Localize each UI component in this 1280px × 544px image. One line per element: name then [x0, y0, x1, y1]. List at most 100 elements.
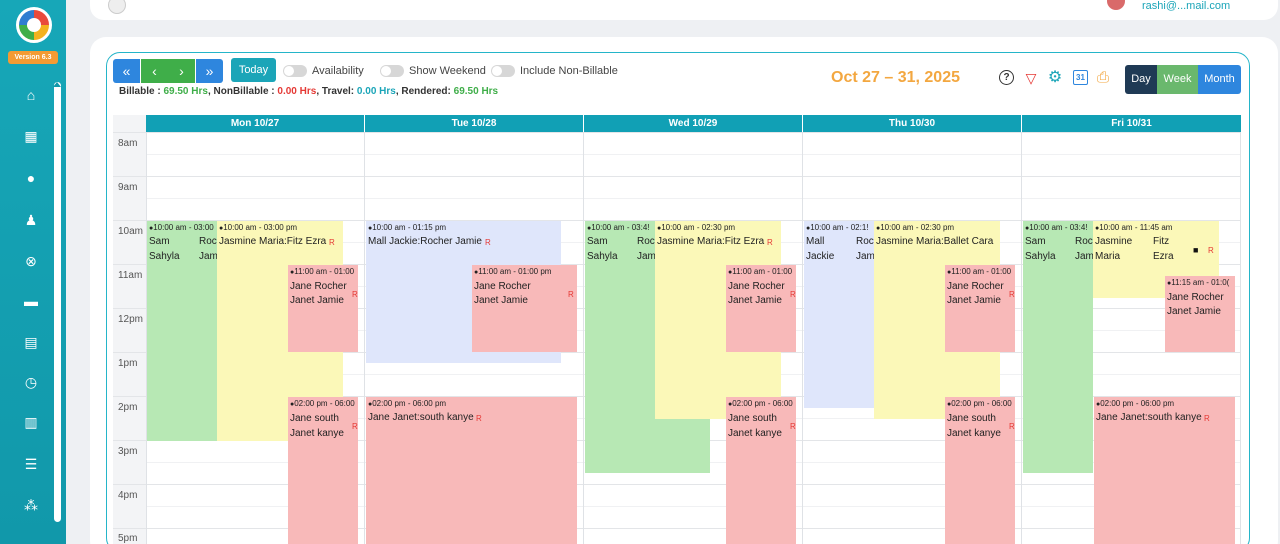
day-header-mon[interactable]: Mon 10/27	[146, 115, 364, 132]
avatar[interactable]	[1107, 0, 1125, 10]
clock-icon[interactable]: ◷	[22, 373, 40, 391]
event-time: 10:00 am - 11:45 am	[1095, 223, 1172, 232]
calendar-event[interactable]: 11:00 am - 01:00 Jane Rocher Janet Jamie…	[288, 265, 358, 352]
next-button[interactable]: ›	[168, 59, 195, 83]
event-time: 02:00 pm - 06:00	[947, 399, 1011, 408]
filter-icon[interactable]: ▽	[1023, 70, 1039, 86]
event-title: Maria	[1095, 251, 1121, 262]
first-button[interactable]: «	[113, 59, 140, 83]
scroll-up-icon[interactable]	[53, 82, 61, 87]
event-title: Jackie	[806, 251, 835, 262]
column-line	[802, 132, 803, 544]
calendar-event[interactable]: 02:00 pm - 06:00 Jane south Janet kanye …	[726, 397, 796, 544]
availability-toggle[interactable]	[283, 65, 307, 77]
day-header-wed[interactable]: Wed 10/29	[584, 115, 802, 132]
recurring-icon: R	[568, 290, 574, 299]
time-label: 8am	[118, 138, 138, 149]
calendar-event[interactable]: 11:00 am - 01:00 Jane Rocher Janet Jamie…	[945, 265, 1015, 352]
sidebar: Version 6.3 ⌂ ▦ ● ♟ ⊗ ▬ ▤ ◷ ▥ ☰ ⁂	[0, 0, 66, 544]
show-weekend-toggle[interactable]	[380, 65, 404, 77]
recurring-icon: R	[352, 422, 358, 431]
calendar-event[interactable]: 11:15 am - 01:0( Jane Rocher Janet Jamie	[1165, 276, 1235, 352]
card-icon[interactable]: ▬	[22, 292, 40, 310]
day-header-fri[interactable]: Fri 10/31	[1022, 115, 1241, 132]
time-gutter	[113, 115, 146, 544]
non-billable-toggle[interactable]	[491, 65, 515, 77]
grid-line	[113, 484, 1241, 485]
event-title: Jane south	[290, 413, 339, 424]
users-icon[interactable]: ♟	[22, 211, 40, 229]
event-time: 10:00 am - 02:30 pm	[657, 223, 735, 232]
event-time: 02:00 pm - 06:00 pm	[368, 399, 446, 408]
event-title: Roc	[1075, 236, 1093, 247]
calendar-event[interactable]: 10:00 am - 02:1! Mall Jackie Roc Jam	[804, 221, 874, 408]
event-title: Jam	[856, 251, 874, 262]
event-time: 02:00 pm - 06:00 pm	[1096, 399, 1174, 408]
column-line	[1240, 132, 1241, 544]
event-title: Jane south	[947, 413, 996, 424]
event-time: 02:00 pm - 06:00	[728, 399, 792, 408]
recurring-icon: R	[1009, 290, 1015, 299]
event-title: Jane Janet:south kanye	[1096, 412, 1202, 423]
header-icon[interactable]	[108, 0, 126, 14]
billing-icon[interactable]: ⊗	[22, 252, 40, 270]
week-view-button[interactable]: Week	[1157, 65, 1198, 94]
gear-icon[interactable]: ⚙	[1047, 70, 1063, 86]
document-icon[interactable]: ▤	[22, 333, 40, 351]
app-logo[interactable]	[16, 7, 52, 43]
event-time: 11:00 am - 01:00	[290, 267, 354, 276]
day-header-thu[interactable]: Thu 10/30	[803, 115, 1021, 132]
user-email[interactable]: rashi@...mail.com	[1142, 0, 1230, 12]
recurring-icon: R	[1208, 246, 1214, 255]
calendar-event[interactable]: 10:00 am - 03:00 Sam Sahyla Roch Jam	[147, 221, 217, 441]
event-time: 11:00 am - 01:00	[947, 267, 1011, 276]
prev-button[interactable]: ‹	[141, 59, 168, 83]
event-title: Roc	[856, 236, 874, 247]
video-icon: ■	[1193, 245, 1199, 255]
calendar-icon[interactable]: ▦	[22, 127, 40, 145]
recurring-icon: R	[790, 422, 796, 431]
calendar-event[interactable]: 02:00 pm - 06:00 Jane south Janet kanye …	[945, 397, 1015, 544]
event-title: Janet kanye	[947, 428, 1001, 439]
travel-value: 0.00 Hrs	[356, 86, 396, 97]
billable-label: Billable :	[119, 86, 161, 97]
home-icon[interactable]: ⌂	[22, 86, 40, 104]
menu-icon[interactable]: ☰	[22, 455, 40, 473]
day-view-button[interactable]: Day	[1125, 65, 1157, 94]
calendar-event[interactable]: 11:00 am - 01:00 Jane Rocher Janet Jamie…	[726, 265, 796, 352]
column-line	[364, 132, 365, 544]
calendar-event[interactable]: 02:00 pm - 06:00 pm Jane Janet:south kan…	[1094, 397, 1235, 544]
calendar-event[interactable]: 11:00 am - 01:00 pm Jane Rocher Janet Ja…	[472, 265, 577, 352]
help-icon[interactable]: ?	[999, 70, 1014, 85]
event-time: 10:00 am - 03:4!	[587, 223, 649, 232]
event-title: Ezra	[1153, 251, 1174, 262]
event-title: Mall	[806, 236, 825, 247]
hours-summary: Billable : 69.50 Hrs, NonBillable : 0.00…	[119, 86, 498, 97]
event-title: Janet kanye	[728, 428, 782, 439]
user-icon[interactable]: ●	[22, 169, 40, 187]
event-time: 10:00 am - 01:15 pm	[368, 223, 446, 232]
google-calendar-icon[interactable]: 31	[1073, 70, 1088, 85]
event-title: Jane Rocher	[947, 281, 1004, 292]
event-title: Jane Rocher	[1167, 292, 1224, 303]
calendar-event[interactable]: 02:00 pm - 06:00 pm Jane Janet:south kan…	[366, 397, 577, 544]
month-view-button[interactable]: Month	[1198, 65, 1241, 94]
event-time: 10:00 am - 03:00 pm	[219, 223, 297, 232]
calendar-event[interactable]: 10:00 am - 03:4! Sam Sahyla Roc Jam	[1023, 221, 1093, 473]
network-icon[interactable]: ⁂	[22, 496, 40, 514]
day-header-tue[interactable]: Tue 10/28	[365, 115, 583, 132]
chart-icon[interactable]: ▥	[22, 413, 40, 431]
grid-line	[146, 154, 1241, 155]
event-title: Jane Rocher	[290, 281, 347, 292]
sidebar-scrollbar[interactable]	[54, 82, 61, 522]
print-icon[interactable]: ⎙	[1095, 70, 1111, 86]
event-title: Jane Rocher	[474, 281, 531, 292]
event-time: 10:00 am - 02:1!	[806, 223, 868, 232]
event-title: Fitz	[1153, 236, 1170, 247]
time-label: 12pm	[118, 314, 144, 325]
recurring-icon: R	[329, 238, 335, 247]
last-button[interactable]: »	[196, 59, 223, 83]
event-time: 02:00 pm - 06:00	[290, 399, 354, 408]
calendar-event[interactable]: 02:00 pm - 06:00 Jane south Janet kanye …	[288, 397, 358, 544]
today-button[interactable]: Today	[231, 58, 276, 82]
